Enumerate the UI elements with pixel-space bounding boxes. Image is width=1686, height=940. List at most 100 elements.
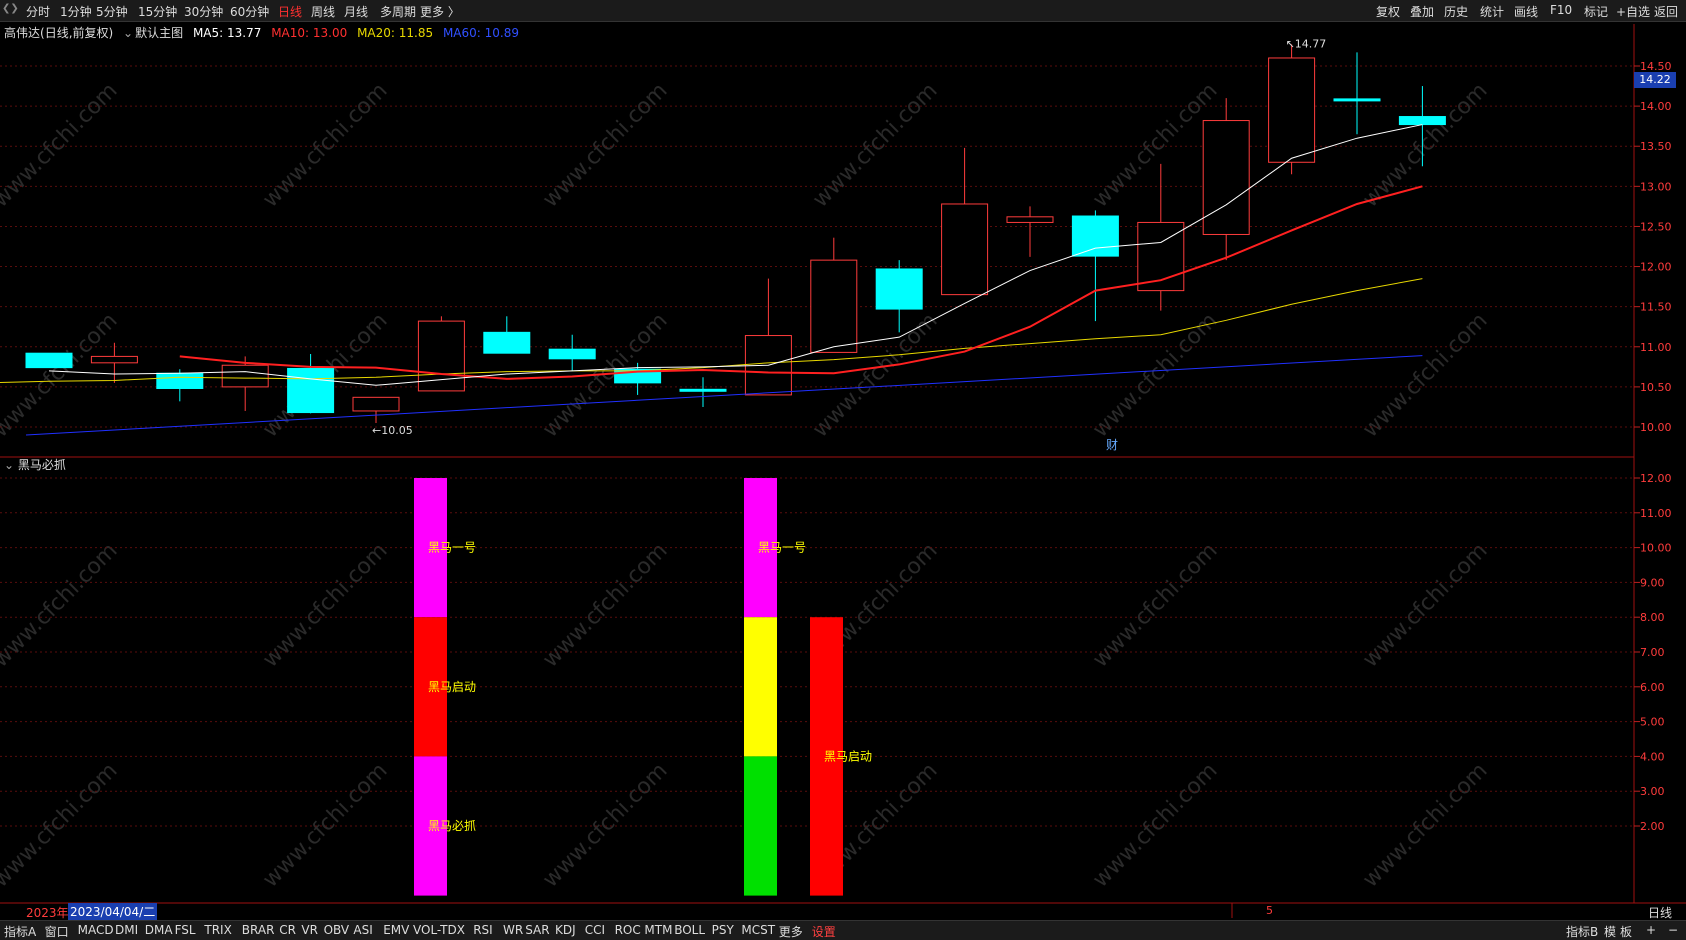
indicator-tab-24[interactable]: 更多 [779,923,803,940]
candle-body-up [352,396,400,412]
indicator-tab-11[interactable]: ASI [353,923,372,937]
sub-chevron-icon[interactable]: ⌄ [4,458,14,472]
kline-chart[interactable]: www.cfchi.com www.cfchi.com www.cfchi.com w… [0,0,1686,940]
price-tick-label: 14.00 [1640,100,1672,113]
indicator-tab-22[interactable]: PSY [712,923,734,937]
indicator-tab-3[interactable]: DMI [115,923,138,937]
indicator-tick-label: 12.00 [1640,472,1672,485]
candle-body-up [221,364,269,388]
price-tick-label: 12.50 [1640,220,1672,233]
indicator-tab-7[interactable]: BRAR [242,923,275,937]
signal-label: 黑马一号 [758,541,806,555]
indicator-tick-label: 9.00 [1640,576,1665,589]
price-tick-label: 13.00 [1640,180,1672,193]
indicator-tab-15[interactable]: WR [503,923,523,937]
indicator-tab-5[interactable]: FSL [175,923,196,937]
watermark-text: www.cfchi.com [1088,308,1222,442]
indicator-tick-label: 4.00 [1640,750,1665,763]
indicator-tick-label: 3.00 [1640,785,1665,798]
watermark-text: www.cfchi.com [538,758,672,892]
indicator-tick-label: 11.00 [1640,507,1672,520]
finance-marker: 财 [1106,438,1118,452]
candle-body-up [941,203,989,296]
watermark-text: www.cfchi.com [0,758,123,892]
candle-body-down [287,367,335,414]
candle-body-down [483,331,531,354]
indicator-tick-label: 10.00 [1640,542,1672,555]
signal-label: 黑马必抓 [428,819,476,833]
indicator-tab-6[interactable]: TRIX [204,923,231,937]
bottom-right-4[interactable]: − [1668,923,1678,937]
indicator-tab-13[interactable]: VOL-TDX [413,923,465,937]
candle-body-up [1268,57,1316,163]
signal-segment [744,617,777,757]
year-label: 2023年 [26,906,69,920]
period-label[interactable]: 日线 [1648,904,1672,921]
candle-body-down [548,348,596,360]
bottom-right-0[interactable]: 指标B [1566,923,1598,940]
indicator-tab-16[interactable]: SAR [525,923,549,937]
candle-body-down [875,268,923,310]
candle-body-up [1202,120,1250,235]
indicator-tab-1[interactable]: 窗口 [45,923,69,940]
month-marker: 5 [1266,904,1273,917]
price-tick-label: 13.50 [1640,140,1672,153]
candle-body-down [1398,116,1446,126]
current-price-tag: 14.22 [1634,72,1676,88]
watermark-text: www.cfchi.com [0,308,123,442]
indicator-tab-14[interactable]: RSI [473,923,493,937]
bottom-right-3[interactable]: + [1646,923,1656,937]
candle-body-down [1071,215,1119,257]
indicator-tab-12[interactable]: EMV [383,923,409,937]
price-tick-label: 11.00 [1640,341,1672,354]
watermark-text: www.cfchi.com [258,78,392,212]
date-bar: 2023年 2023/04/04/二 5 [0,903,1640,920]
watermark-text: www.cfchi.com [0,78,123,212]
price-tick-label: 10.50 [1640,381,1672,394]
indicator-tab-0[interactable]: 指标A [4,923,36,940]
watermark-text: www.cfchi.com [258,758,392,892]
signal-label: 黑马启动 [824,749,872,763]
indicator-tab-4[interactable]: DMA [145,923,173,937]
candle-body-down [25,352,73,369]
candle-body-up [90,355,138,364]
price-axes: 14.5014.0013.5013.0012.5012.0011.5011.00… [1634,60,1672,833]
indicator-tab-21[interactable]: BOLL [674,923,705,937]
watermark-text: www.cfchi.com [538,78,672,212]
indicator-tab-10[interactable]: OBV [324,923,350,937]
price-tick-label: 11.50 [1640,301,1672,314]
price-tick-label: 10.00 [1640,421,1672,434]
indicator-tab-9[interactable]: VR [301,923,318,937]
candle-body-down [1333,98,1381,102]
high-price-label: ↖14.77 [1286,37,1327,50]
indicator-tab-25[interactable]: 设置 [812,923,836,940]
candle-body-up [417,320,465,392]
bottom-right-2[interactable]: 板 [1620,923,1632,940]
indicator-tab-18[interactable]: CCI [585,923,605,937]
signal-segment [744,756,777,896]
indicator-tick-label: 2.00 [1640,820,1665,833]
indicator-tab-8[interactable]: CR [279,923,296,937]
signal-label: 黑马一号 [428,541,476,555]
bottom-right-1[interactable]: 模 [1604,923,1616,940]
indicator-tab-17[interactable]: KDJ [555,923,576,937]
signal-bars: 黑马一号黑马启动黑马必抓 黑马一号黑马启动 [414,478,872,896]
indicator-tab-2[interactable]: MACD [78,923,114,937]
indicator-tab-23[interactable]: MCST [741,923,775,937]
candle-body-down [679,388,727,392]
indicator-name[interactable]: 黑马必抓 [18,458,66,472]
low-price-label: ←10.05 [372,424,413,437]
watermark-text: www.cfchi.com [1088,78,1222,212]
watermark-text: www.cfchi.com [1088,758,1222,892]
price-tick-label: 12.00 [1640,261,1672,274]
indicator-tab-19[interactable]: ROC [615,923,641,937]
indicator-tick-label: 5.00 [1640,716,1665,729]
indicator-tabs-bar: 指标A 窗口 MACD DMI DMA FSL TRIX BRAR CR VR OBV ASI EMV V… [0,920,1686,940]
cursor-date: 2023/04/04/二 [68,903,158,920]
indicator-tab-20[interactable]: MTM [644,923,672,937]
candle-body-up [810,259,858,353]
indicator-tick-label: 6.00 [1640,681,1665,694]
indicator-tick-label: 8.00 [1640,611,1665,624]
sub-chart-legend: ⌄ 黑马必抓 [4,456,66,473]
indicator-tick-label: 7.00 [1640,646,1665,659]
